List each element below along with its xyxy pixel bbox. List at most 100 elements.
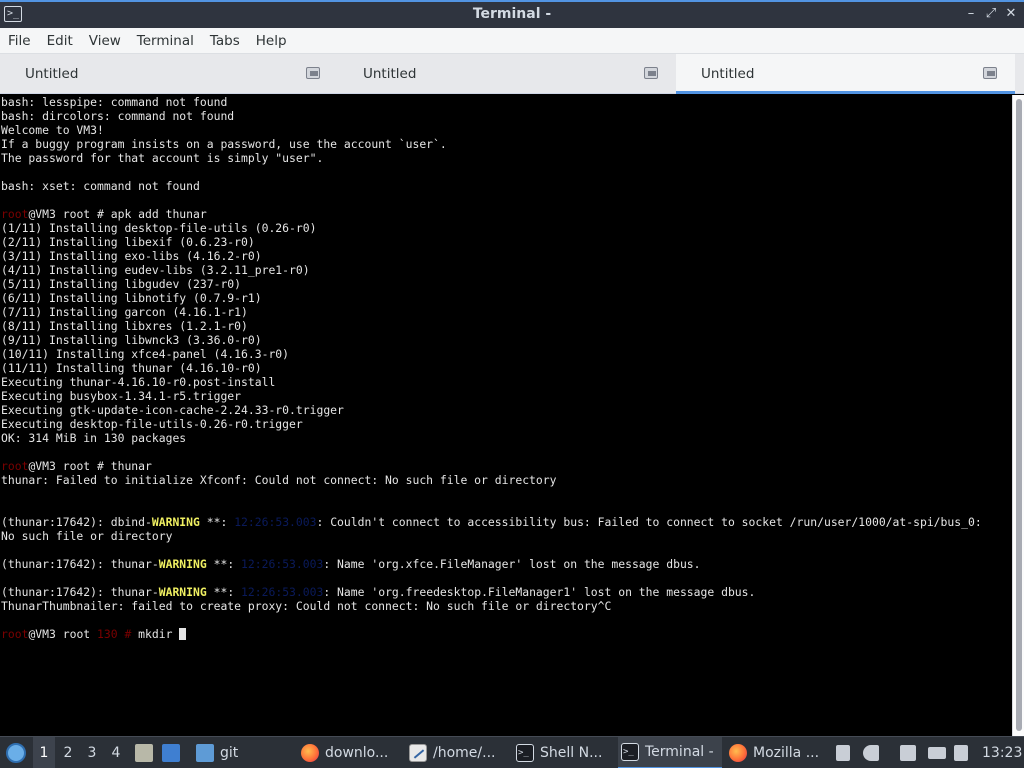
tab-close-icon[interactable] — [983, 67, 997, 79]
terminal-text: 12:26:53.003 — [241, 585, 324, 599]
tab-2[interactable]: Untitled — [338, 54, 676, 94]
menu-bar: File Edit View Terminal Tabs Help — [0, 28, 1024, 54]
terminal-scrollbar[interactable] — [1012, 95, 1024, 736]
close-button[interactable]: ✕ — [1002, 5, 1020, 23]
terminal-text: thunar: Failed to initialize Xfconf: Cou… — [1, 473, 557, 487]
scrollbar-thumb[interactable] — [1016, 99, 1022, 731]
terminal-text: The password for that account is simply … — [1, 151, 324, 165]
terminal-cursor — [179, 628, 187, 640]
clipboard-button[interactable] — [900, 737, 916, 768]
terminal-line: The password for that account is simply … — [1, 151, 1012, 165]
menu-terminal[interactable]: Terminal — [129, 28, 202, 54]
task-shell[interactable]: >_ Shell N... — [513, 737, 617, 768]
terminal-line: (9/11) Installing libwnck3 (3.36.0-r0) — [1, 333, 1012, 347]
terminal-text: (3/11) Installing exo-libs (4.16.2-r0) — [1, 249, 262, 263]
terminal-text: (thunar:17642): thunar- — [1, 585, 159, 599]
terminal-lines: bash: lesspipe: command not found bash: d… — [0, 95, 1012, 641]
panel-separator — [836, 737, 850, 768]
firefox-icon — [729, 744, 747, 762]
task-terminal[interactable]: >_ Terminal - — [618, 737, 722, 768]
terminal-line: Executing thunar-4.16.10-r0.post-install — [1, 375, 1012, 389]
menu-help[interactable]: Help — [248, 28, 295, 54]
terminal-line: No such file or directory — [1, 529, 1012, 543]
tab-label: Untitled — [363, 66, 417, 82]
volume-icon — [863, 745, 879, 761]
tab-close-icon[interactable] — [644, 67, 658, 79]
terminal-text: WARNING — [158, 557, 207, 571]
window-title: Terminal - — [472, 6, 552, 22]
workspace-3[interactable]: 3 — [81, 737, 103, 768]
terminal-line: Executing busybox-1.34.1-r5.trigger — [1, 389, 1012, 403]
terminal-text: (8/11) Installing libxres (1.2.1-r0) — [1, 319, 248, 333]
minimize-button[interactable]: – — [962, 5, 980, 23]
menu-view[interactable]: View — [81, 28, 129, 54]
terminal-text: (thunar:17642): dbind- — [1, 515, 152, 529]
application-menu-icon — [6, 743, 26, 763]
launcher-show-desktop[interactable] — [162, 737, 186, 768]
terminal-line: ThunarThumbnailer: failed to create prox… — [1, 599, 1012, 613]
task-label: git — [220, 745, 239, 761]
terminal-text: bash: dircolors: command not found — [1, 109, 235, 123]
whisker-menu-button[interactable] — [2, 737, 30, 768]
workspace-1[interactable]: 1 — [33, 737, 55, 768]
tab-label: Untitled — [701, 66, 755, 82]
network-button[interactable] — [954, 737, 968, 768]
terminal-line: bash: dircolors: command not found — [1, 109, 1012, 123]
terminal-text: (10/11) Installing xfce4-panel (4.16.3-r… — [1, 347, 290, 361]
maximize-button[interactable]: ⤢ — [982, 5, 1000, 23]
terminal-text: 12:26:53.003 — [241, 557, 324, 571]
terminal-text: OK: 314 MiB in 130 packages — [1, 431, 187, 445]
workspace-4[interactable]: 4 — [105, 737, 127, 768]
launcher-file-manager[interactable] — [135, 737, 159, 768]
terminal-line: Executing gtk-update-icon-cache-2.24.33-… — [1, 403, 1012, 417]
terminal-line: (10/11) Installing xfce4-panel (4.16.3-r… — [1, 347, 1012, 361]
volume-button[interactable] — [863, 737, 879, 768]
terminal-text: (11/11) Installing thunar (4.16.10-r0) — [1, 361, 262, 375]
terminal-line: (1/11) Installing desktop-file-utils (0.… — [1, 221, 1012, 235]
terminal-icon: >_ — [516, 744, 534, 762]
terminal-line: (5/11) Installing libgudev (237-r0) — [1, 277, 1012, 291]
terminal-line: (7/11) Installing garcon (4.16.1-r1) — [1, 305, 1012, 319]
terminal-text: (5/11) Installing libgudev (237-r0) — [1, 277, 242, 291]
terminal-output[interactable]: bash: lesspipe: command not found bash: d… — [0, 95, 1012, 736]
task-firefox-downloads[interactable]: downlo... — [298, 737, 402, 768]
terminal-text: bash: lesspipe: command not found — [1, 95, 228, 109]
task-label: Terminal - — [645, 744, 714, 760]
network-icon — [954, 745, 968, 761]
terminal-line: root@VM3 root 130 # mkdir — [1, 627, 1012, 641]
menu-tabs[interactable]: Tabs — [202, 28, 248, 54]
menu-edit[interactable]: Edit — [39, 28, 81, 54]
keyboard-button[interactable] — [928, 737, 946, 768]
desktop-icon — [162, 744, 180, 762]
window-titlebar[interactable]: >_ Terminal - – ⤢ ✕ — [0, 0, 1024, 28]
clipboard-icon — [900, 745, 916, 761]
task-firefox-mozilla[interactable]: Mozilla ... — [726, 737, 830, 768]
terminal-line: (thunar:17642): thunar-WARNING **: 12:26… — [1, 557, 1012, 571]
task-git[interactable]: git — [193, 737, 291, 768]
terminal-line: (thunar:17642): dbind-WARNING **: 12:26:… — [1, 515, 1012, 529]
workspace-2[interactable]: 2 — [57, 737, 79, 768]
terminal-text: (thunar:17642): thunar- — [1, 557, 159, 571]
tab-1[interactable]: Untitled — [0, 54, 338, 94]
tab-bar: Untitled Untitled Untitled — [0, 54, 1024, 94]
terminal-text: WARNING — [158, 585, 207, 599]
folder-icon — [196, 744, 214, 762]
terminal-text: (7/11) Installing garcon (4.16.1-r1) — [1, 305, 248, 319]
terminal-text: **: — [206, 585, 242, 599]
menu-file[interactable]: File — [0, 28, 39, 54]
terminal-text: @VM3 root # apk add thunar — [28, 207, 207, 221]
terminal-text: mkdir — [131, 627, 180, 641]
task-label: downlo... — [325, 745, 389, 761]
tab-close-icon[interactable] — [306, 67, 320, 79]
terminal-text: If a buggy program insists on a password… — [1, 137, 447, 151]
clock[interactable]: 13:23 — [982, 737, 1022, 768]
terminal-line: If a buggy program insists on a password… — [1, 137, 1012, 151]
tab-3[interactable]: Untitled — [676, 54, 1015, 94]
terminal-text: bash: xset: command not found — [1, 179, 200, 193]
terminal-text: (1/11) Installing desktop-file-utils (0.… — [1, 221, 317, 235]
task-text-editor[interactable]: /home/... — [406, 737, 510, 768]
